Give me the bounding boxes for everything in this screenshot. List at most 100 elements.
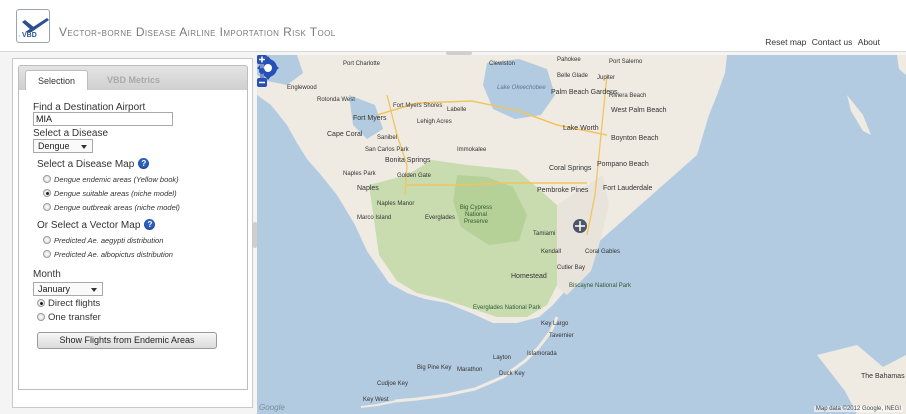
map-label: Naples Park <box>343 171 376 177</box>
map-label: Marathon <box>457 367 483 373</box>
map-label: Big Cypress National Preserve <box>459 205 493 225</box>
map-label: Fort Lauderdale <box>603 185 653 192</box>
disease-map-option-suitable[interactable]: Dengue suitable areas (niche model) <box>43 189 177 198</box>
app-logo: VBD <box>16 9 50 43</box>
app-title: Vector-borne Disease Airline Importation… <box>59 25 336 39</box>
map-label: Key West <box>363 397 389 403</box>
disease-map-label: Select a Disease Map <box>37 159 135 170</box>
radio-icon <box>37 313 45 321</box>
map-label: Rotonda West <box>317 97 355 103</box>
map-label: Coral Gables <box>585 249 621 255</box>
month-select-value: January <box>38 284 71 294</box>
map-label: Lake Okeechobee <box>497 85 546 91</box>
map-label: Islamorada <box>527 351 557 357</box>
radio-icon <box>43 203 51 211</box>
map-label: Lehigh Acres <box>417 119 452 125</box>
header: VBD Vector-borne Disease Airline Importa… <box>0 0 906 52</box>
map-label: Fort Myers <box>353 115 387 122</box>
disease-select-value: Dengue <box>38 141 70 151</box>
radio-icon <box>43 250 51 258</box>
map-label: The Bahamas <box>861 373 905 380</box>
map-label: San Carlos Park <box>365 147 409 153</box>
map-label: Cutler Bay <box>557 265 586 271</box>
map-label: Sanibel <box>377 135 398 141</box>
map-label: Naples Manor <box>377 201 415 207</box>
map-label: Clewiston <box>489 61 516 67</box>
flight-option-direct[interactable]: Direct flights <box>37 298 100 309</box>
map-label: Everglades <box>425 215 456 221</box>
zoom-control-icon[interactable] <box>257 55 267 87</box>
vector-map-option-aegypti[interactable]: Predicted Ae. aegypti distribution <box>43 236 163 245</box>
flight-option-one-transfer[interactable]: One transfer <box>37 312 101 323</box>
map-label: Englewood <box>287 85 317 91</box>
vector-map-heading: Or Select a Vector Map? <box>37 219 156 231</box>
vector-map-label: Or Select a Vector Map <box>37 220 141 231</box>
map-label: Duck Key <box>499 371 525 377</box>
map-label: Port Salerno <box>609 59 643 65</box>
disease-select[interactable]: Dengue <box>33 139 93 153</box>
map-label: Palm Beach Gardens <box>551 89 618 96</box>
radio-label: Dengue suitable areas (niche model) <box>54 189 177 198</box>
map-label: Kendall <box>541 249 562 255</box>
month-label: Month <box>33 269 61 280</box>
map-label: Riviera Beach <box>609 93 647 99</box>
top-nav: Reset map Contact us About <box>762 37 880 47</box>
map-label: West Palm Beach <box>611 107 667 114</box>
map-attribution: Map data ©2012 Google, INEGI <box>813 406 903 412</box>
map-view[interactable]: Port Charlotte Englewood Rotonda West Fo… <box>257 55 906 414</box>
radio-label: One transfer <box>48 312 101 323</box>
radio-label: Predicted Ae. aegypti distribution <box>54 236 164 245</box>
disease-map-heading: Select a Disease Map? <box>37 158 150 170</box>
chevron-down-icon <box>81 145 87 149</box>
sidebar: Selection VBD Metrics Find a Destination… <box>12 58 253 408</box>
radio-icon <box>43 175 51 183</box>
map-label: Lake Worth <box>563 125 599 132</box>
map-label: Golden Gate <box>397 173 432 179</box>
map-label: Boynton Beach <box>611 135 659 142</box>
map-label: Everglades National Park <box>473 305 541 311</box>
about-link[interactable]: About <box>858 37 880 47</box>
tab-selection[interactable]: Selection <box>25 70 89 92</box>
help-icon[interactable]: ? <box>138 158 150 169</box>
map-label: Cudjoe Key <box>377 381 409 387</box>
map-label: Naples <box>357 185 379 192</box>
radio-label: Predicted Ae. albopictus distribution <box>54 250 173 259</box>
map-label: Labelle <box>447 107 467 113</box>
map-label: Jupiter <box>597 75 616 81</box>
selection-panel: Find a Destination Airport Select a Dise… <box>18 90 248 390</box>
map-canvas <box>257 55 906 414</box>
map-label: Pahokee <box>557 57 581 63</box>
show-flights-button[interactable]: Show Flights from Endemic Areas <box>37 332 217 349</box>
radio-label: Direct flights <box>48 298 101 309</box>
map-label: Homestead <box>511 273 547 280</box>
radio-label: Dengue outbreak areas (niche model) <box>54 203 180 212</box>
map-provider-logo: Google <box>259 403 285 412</box>
map-label: Pembroke Pines <box>537 187 589 194</box>
airport-input[interactable] <box>33 112 173 126</box>
app-root: VBD Vector-borne Disease Airline Importa… <box>0 0 906 414</box>
chevron-down-icon <box>91 288 97 292</box>
month-select[interactable]: January <box>33 282 103 296</box>
reset-map-link[interactable]: Reset map <box>765 37 806 47</box>
map-label: Cape Coral <box>327 131 363 138</box>
tab-vbd-metrics[interactable]: VBD Metrics <box>95 70 172 92</box>
help-icon[interactable]: ? <box>144 219 156 230</box>
map-label: Biscayne National Park <box>569 283 632 289</box>
contact-us-link[interactable]: Contact us <box>812 37 853 47</box>
map-label: Immokalee <box>457 147 487 153</box>
disease-label: Select a Disease <box>33 128 109 139</box>
map-label: Fort Myers Shores <box>393 103 443 109</box>
disease-map-option-outbreak[interactable]: Dengue outbreak areas (niche model) <box>43 203 180 212</box>
map-label: Coral Springs <box>549 165 592 172</box>
radio-selected-icon <box>37 299 45 307</box>
map-label: Belle Glade <box>557 73 589 79</box>
vector-map-option-albopictus[interactable]: Predicted Ae. albopictus distribution <box>43 250 173 259</box>
radio-label: Dengue endemic areas (Yellow book) <box>54 175 179 184</box>
disease-map-option-endemic[interactable]: Dengue endemic areas (Yellow book) <box>43 175 179 184</box>
map-label: Port Charlotte <box>343 61 381 67</box>
map-label: Layton <box>493 355 512 361</box>
tab-bar: Selection VBD Metrics <box>18 65 248 92</box>
map-label: Marco Island <box>357 215 392 221</box>
map-label: Tavernier <box>549 333 574 339</box>
radio-icon <box>43 236 51 244</box>
